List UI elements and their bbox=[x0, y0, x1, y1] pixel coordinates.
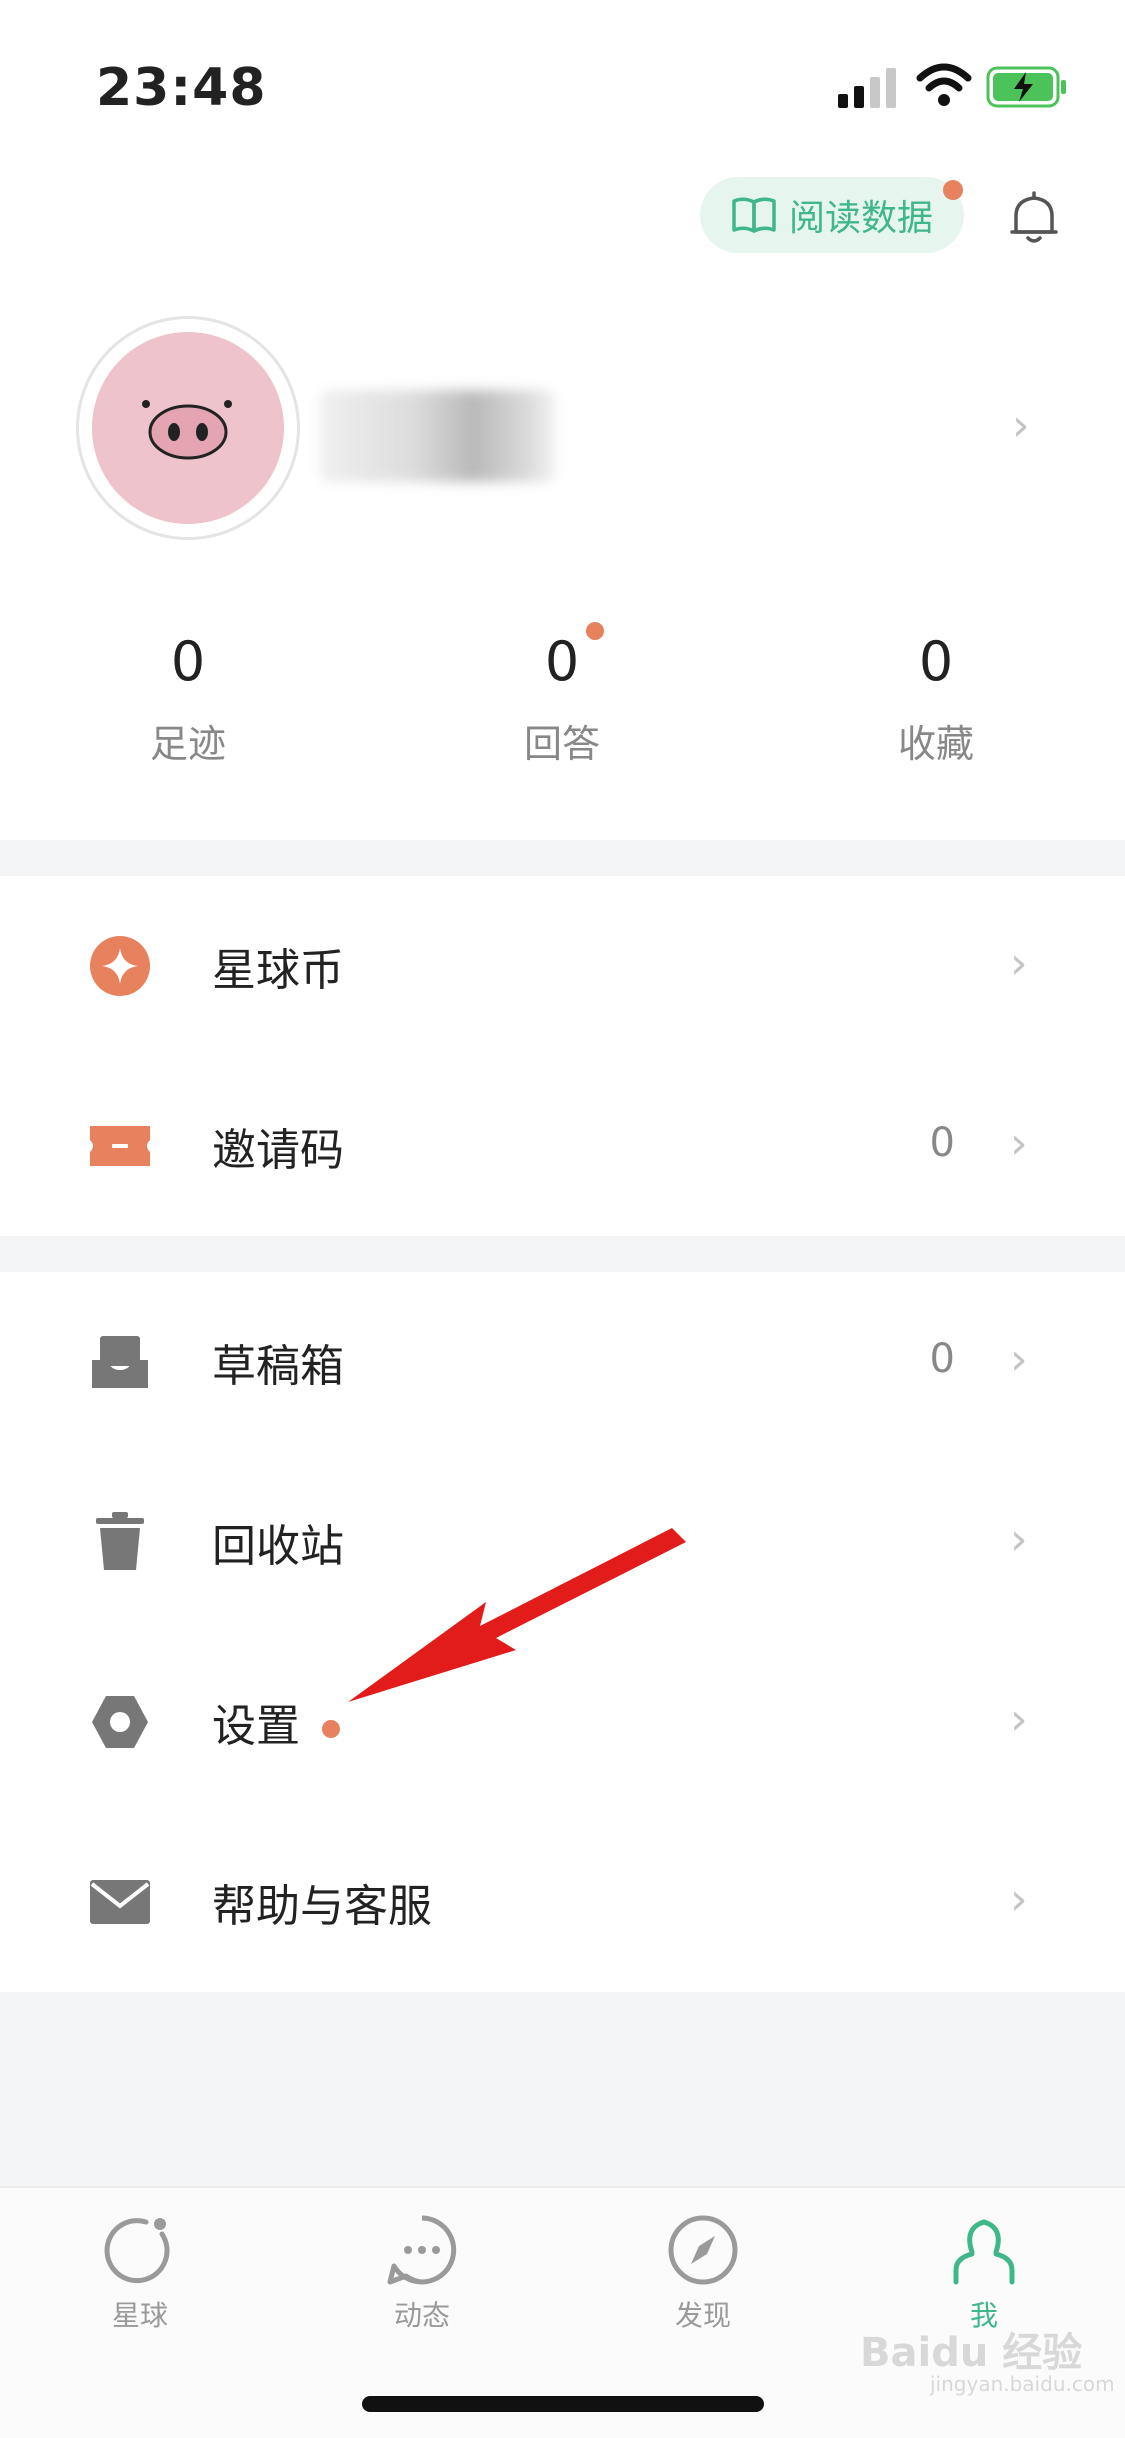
section-divider bbox=[0, 1236, 1125, 1272]
stat-favorites[interactable]: 0 收藏 bbox=[836, 630, 1036, 768]
compass-icon bbox=[668, 2215, 738, 2285]
chat-bubble-icon bbox=[387, 2215, 457, 2285]
red-annotation-arrow bbox=[338, 1520, 695, 1710]
baidu-watermark-site: jingyan.baidu.com bbox=[930, 2372, 1115, 2396]
menu-label: 草稿箱 bbox=[212, 1341, 344, 1392]
menu-label: 帮助与客服 bbox=[212, 1881, 432, 1932]
read-data-button[interactable]: 阅读数据 bbox=[700, 177, 964, 253]
menu-label: 设置 bbox=[212, 1701, 300, 1752]
tab-label: 动态 bbox=[393, 2299, 450, 2332]
pig-nose-icon bbox=[142, 400, 232, 460]
baidu-watermark: Baidu 经验 bbox=[860, 2330, 1083, 2376]
stat-value: 0 bbox=[544, 630, 580, 693]
menu-item-invite-code[interactable]: 邀请码 0 › bbox=[0, 1056, 1125, 1236]
menu-value: 0 bbox=[929, 1336, 955, 1382]
tab-planet[interactable]: 星球 bbox=[60, 2212, 220, 2334]
stat-label: 回答 bbox=[523, 722, 600, 766]
open-book-icon bbox=[732, 197, 776, 233]
chevron-right-icon: › bbox=[1010, 938, 1028, 989]
bell-icon[interactable] bbox=[1008, 190, 1060, 246]
section-divider bbox=[0, 840, 1125, 876]
stat-label: 足迹 bbox=[149, 722, 226, 766]
bottom-fill bbox=[0, 1992, 1125, 2186]
chevron-right-icon: › bbox=[1010, 1118, 1028, 1169]
chevron-right-icon: › bbox=[1010, 1874, 1028, 1925]
menu-label: 邀请码 bbox=[212, 1125, 344, 1176]
wifi-icon bbox=[916, 63, 972, 106]
home-indicator[interactable] bbox=[362, 2396, 764, 2412]
trash-icon bbox=[96, 1512, 144, 1570]
answers-notification-dot bbox=[586, 622, 604, 640]
drafts-tray-icon bbox=[92, 1336, 148, 1388]
cellular-signal-icon bbox=[838, 68, 896, 108]
tab-me[interactable]: 我 bbox=[904, 2212, 1064, 2334]
ticket-icon bbox=[90, 1126, 150, 1166]
menu-item-coins[interactable]: 星球币 › bbox=[0, 876, 1125, 1056]
settings-hexagon-icon bbox=[92, 1696, 148, 1748]
chevron-right-icon: › bbox=[1010, 1514, 1028, 1565]
read-data-label: 阅读数据 bbox=[788, 198, 933, 239]
stat-label: 收藏 bbox=[897, 722, 974, 766]
menu-item-help[interactable]: 帮助与客服 › bbox=[0, 1812, 1125, 1992]
menu-value: 0 bbox=[929, 1120, 955, 1166]
mail-icon bbox=[90, 1880, 150, 1924]
status-time: 23:48 bbox=[96, 58, 267, 118]
stat-footprints[interactable]: 0 足迹 bbox=[88, 630, 288, 768]
tab-activity[interactable]: 动态 bbox=[342, 2212, 502, 2334]
chevron-right-icon: › bbox=[1010, 1694, 1028, 1745]
tab-discover[interactable]: 发现 bbox=[623, 2212, 783, 2334]
menu-item-drafts[interactable]: 草稿箱 0 › bbox=[0, 1272, 1125, 1452]
notification-dot bbox=[943, 180, 963, 200]
tab-label: 星球 bbox=[111, 2299, 168, 2332]
stat-value: 0 bbox=[918, 630, 954, 693]
planet-ring-icon bbox=[104, 2218, 170, 2284]
profile-chevron-icon[interactable]: › bbox=[1012, 404, 1030, 448]
stat-value: 0 bbox=[170, 630, 206, 693]
battery-charging-icon bbox=[986, 66, 1066, 108]
chevron-right-icon: › bbox=[1010, 1334, 1028, 1385]
avatar[interactable] bbox=[92, 332, 284, 524]
menu-label: 星球币 bbox=[212, 945, 344, 996]
tab-label: 发现 bbox=[674, 2299, 731, 2332]
star-coin-icon bbox=[90, 936, 150, 996]
username-blurred bbox=[320, 390, 556, 482]
stat-answers[interactable]: 0 回答 bbox=[462, 630, 662, 768]
user-icon bbox=[953, 2219, 1015, 2285]
